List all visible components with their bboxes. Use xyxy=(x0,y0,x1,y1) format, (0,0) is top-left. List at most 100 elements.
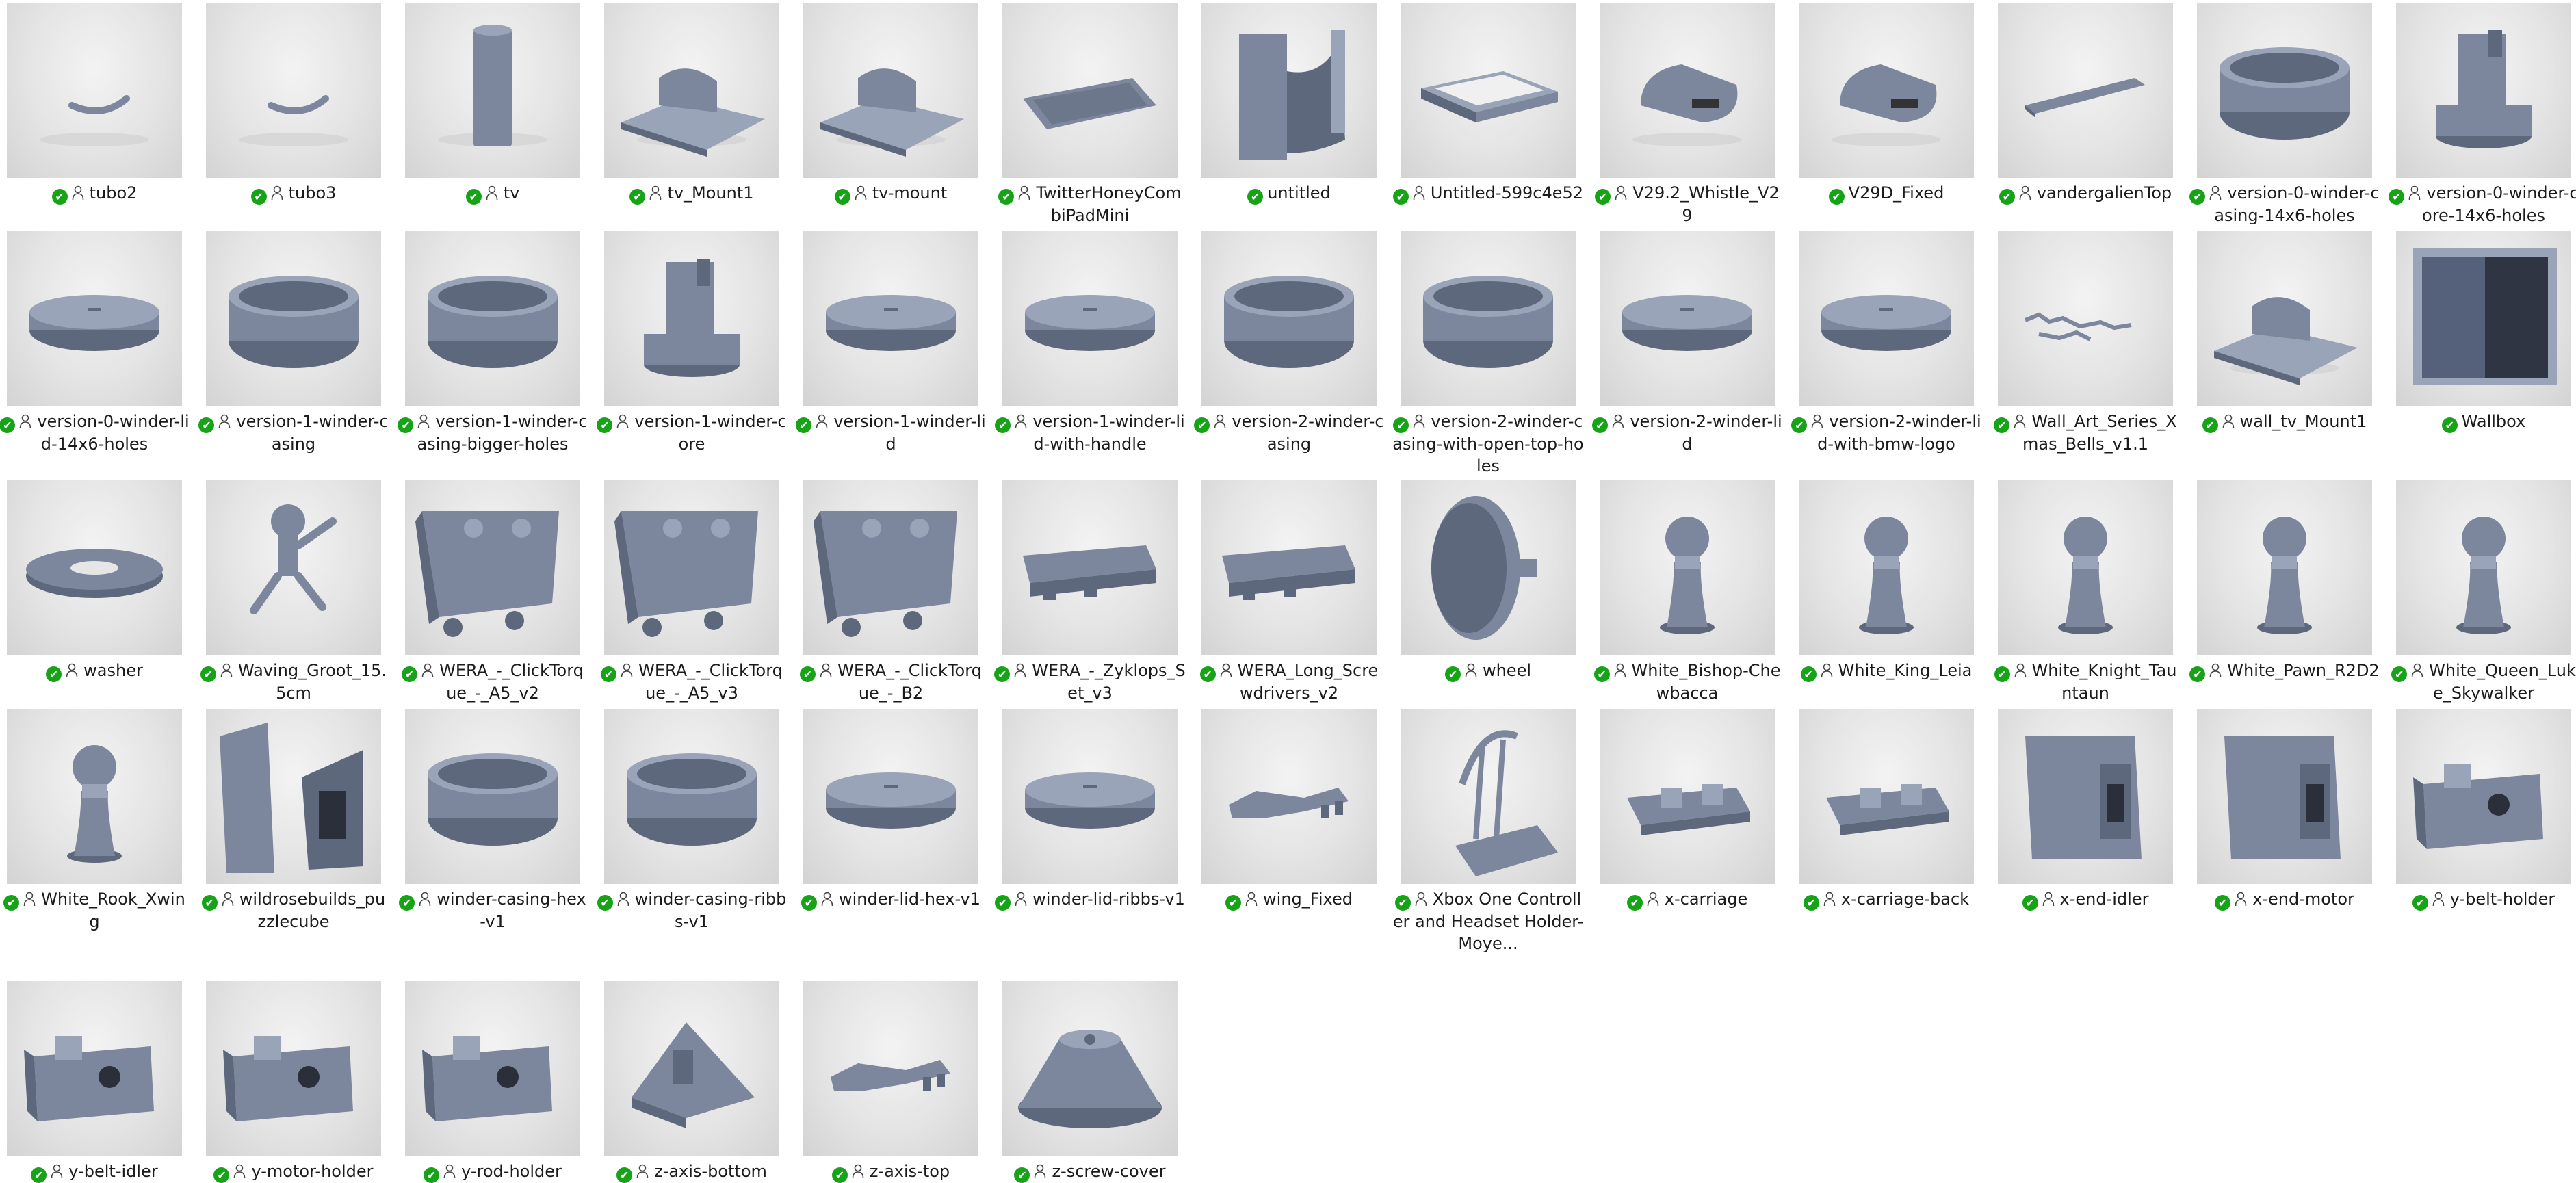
model-thumbnail[interactable] xyxy=(604,231,779,406)
file-tile[interactable]: ✔ untitled xyxy=(1201,3,1377,229)
model-thumbnail[interactable] xyxy=(1201,3,1377,178)
model-thumbnail[interactable] xyxy=(405,981,580,1156)
file-label[interactable]: ✔ wheel xyxy=(1392,660,1584,682)
file-label[interactable]: ✔ version-1-winder-lid xyxy=(795,411,987,455)
file-label[interactable]: ✔ tv_Mount1 xyxy=(596,182,788,205)
file-tile[interactable]: ✔ winder-lid-ribbs-v1 xyxy=(995,709,1185,935)
model-thumbnail[interactable] xyxy=(405,231,580,406)
file-label[interactable]: ✔ version-1-winder-casing-bigger-holes xyxy=(397,411,588,455)
model-thumbnail[interactable] xyxy=(1002,709,1178,884)
file-label[interactable]: ✔ WERA_Long_Screwdrivers_v2 xyxy=(1193,660,1385,704)
file-label[interactable]: ✔ z-axis-top xyxy=(795,1160,987,1183)
file-tile[interactable]: ✔ Wall_Art_Series_Xmas_Bells_v1.1 xyxy=(1994,231,2177,457)
file-label[interactable]: ✔ Xbox One Controller and Headset Holder-… xyxy=(1392,888,1584,954)
file-label[interactable]: ✔ version-1-winder-lid-with-handle xyxy=(994,411,1186,455)
file-tile[interactable]: ✔ version-1-winder-core xyxy=(597,231,787,457)
model-thumbnail[interactable] xyxy=(405,480,580,655)
file-tile[interactable]: ✔ White_Pawn_R2D2 xyxy=(2189,480,2380,706)
model-thumbnail[interactable] xyxy=(1799,709,1974,884)
file-tile[interactable]: ✔ White_Bishop-Chewbacca xyxy=(1593,480,1780,706)
file-label[interactable]: ✔ version-2-winder-lid xyxy=(1591,411,1783,455)
model-thumbnail[interactable] xyxy=(206,231,381,406)
file-label[interactable]: ✔ version-1-winder-core xyxy=(596,411,788,455)
model-thumbnail[interactable] xyxy=(2396,3,2571,178)
file-tile[interactable]: ✔ tv xyxy=(405,3,580,229)
model-thumbnail[interactable] xyxy=(1201,231,1377,406)
model-thumbnail[interactable] xyxy=(206,709,381,884)
model-thumbnail[interactable] xyxy=(803,709,978,884)
model-thumbnail[interactable] xyxy=(2396,231,2571,406)
file-label[interactable]: ✔ vandergalienTop xyxy=(1990,182,2181,205)
file-tile[interactable]: ✔ Wallbox xyxy=(2396,231,2571,457)
file-tile[interactable]: ✔ White_Queen_Luke_Skywalker xyxy=(2391,480,2576,706)
model-thumbnail[interactable] xyxy=(7,231,182,406)
file-label[interactable]: ✔ V29.2_Whistle_V29 xyxy=(1591,182,1783,226)
file-tile[interactable]: ✔ y-motor-holder xyxy=(206,981,381,1183)
file-tile[interactable]: ✔ x-end-motor xyxy=(2197,709,2372,935)
model-thumbnail[interactable] xyxy=(405,709,580,884)
model-thumbnail[interactable] xyxy=(604,981,779,1156)
file-label[interactable]: ✔ winder-casing-hex-v1 xyxy=(397,888,588,933)
model-thumbnail[interactable] xyxy=(2197,3,2372,178)
model-thumbnail[interactable] xyxy=(1998,480,2173,655)
model-thumbnail[interactable] xyxy=(1600,709,1775,884)
file-tile[interactable]: ✔ y-belt-holder xyxy=(2396,709,2571,935)
model-thumbnail[interactable] xyxy=(1600,3,1775,178)
file-label[interactable]: ✔ tv xyxy=(397,182,588,205)
file-label[interactable]: ✔ version-0-winder-core-14x6-holes xyxy=(2388,182,2576,226)
model-thumbnail[interactable] xyxy=(803,3,978,178)
file-tile[interactable]: ✔ washer xyxy=(7,480,182,706)
model-thumbnail[interactable] xyxy=(206,3,381,178)
file-tile[interactable]: ✔ tubo2 xyxy=(7,3,182,229)
file-label[interactable]: ✔ version-0-winder-casing-14x6-holes xyxy=(2189,182,2380,226)
file-tile[interactable]: ✔ y-belt-idler xyxy=(7,981,182,1183)
file-label[interactable]: ✔ winder-lid-ribbs-v1 xyxy=(994,888,1186,911)
file-tile[interactable]: ✔ White_Rook_Xwing xyxy=(3,709,185,935)
model-thumbnail[interactable] xyxy=(604,3,779,178)
model-thumbnail[interactable] xyxy=(206,480,381,655)
file-label[interactable]: ✔ version-2-winder-casing xyxy=(1193,411,1385,455)
file-tile[interactable]: ✔ version-0-winder-lid-14x6-holes xyxy=(0,231,190,457)
file-label[interactable]: ✔ version-2-winder-lid-with-bmw-logo xyxy=(1791,411,1982,455)
file-label[interactable]: ✔ WERA_-_ClickTorque_-_B2 xyxy=(795,660,987,704)
file-tile[interactable]: ✔ z-axis-bottom xyxy=(604,981,779,1183)
file-tile[interactable]: ✔ wildrosebuilds_puzzlecube xyxy=(201,709,385,935)
file-tile[interactable]: ✔ version-2-winder-casing-with-open-top-h… xyxy=(1392,231,1584,476)
file-label[interactable]: ✔ White_Pawn_R2D2 xyxy=(2189,660,2380,682)
file-label[interactable]: ✔ x-carriage-back xyxy=(1791,888,1982,911)
file-tile[interactable]: ✔ version-2-winder-lid-with-bmw-logo xyxy=(1791,231,1981,457)
file-tile[interactable]: ✔ version-0-winder-core-14x6-holes xyxy=(2389,3,2576,229)
file-label[interactable]: ✔ TwitterHoneyCombiPadMini xyxy=(994,182,1186,226)
file-label[interactable]: ✔ x-end-motor xyxy=(2189,888,2380,911)
file-tile[interactable]: ✔ WERA_-_ClickTorque_-_B2 xyxy=(800,480,982,706)
file-label[interactable]: ✔ White_Rook_Xwing xyxy=(0,888,190,933)
file-tile[interactable]: ✔ winder-casing-ribbs-v1 xyxy=(597,709,786,935)
file-tile[interactable]: ✔ Waving_Groot_15.5cm xyxy=(200,480,387,706)
model-thumbnail[interactable] xyxy=(1401,709,1576,884)
file-tile[interactable]: ✔ winder-casing-hex-v1 xyxy=(399,709,586,935)
file-tile[interactable]: ✔ TwitterHoneyCombiPadMini xyxy=(998,3,1182,229)
file-label[interactable]: ✔ wildrosebuilds_puzzlecube xyxy=(198,888,389,933)
file-label[interactable]: ✔ wing_Fixed xyxy=(1193,888,1385,911)
file-tile[interactable]: ✔ wheel xyxy=(1401,480,1576,706)
file-tile[interactable]: ✔ tv_Mount1 xyxy=(604,3,779,229)
file-label[interactable]: ✔ Wallbox xyxy=(2388,411,2576,433)
file-tile[interactable]: ✔ V29.2_Whistle_V29 xyxy=(1595,3,1780,229)
model-thumbnail[interactable] xyxy=(803,981,978,1156)
file-tile[interactable]: ✔ version-0-winder-casing-14x6-holes xyxy=(2189,3,2380,229)
model-thumbnail[interactable] xyxy=(2396,480,2571,655)
file-tile[interactable]: ✔ White_King_Leia xyxy=(1799,480,1974,706)
model-thumbnail[interactable] xyxy=(1401,3,1576,178)
file-label[interactable]: ✔ x-end-idler xyxy=(1990,888,2181,911)
model-thumbnail[interactable] xyxy=(604,709,779,884)
file-tile[interactable]: ✔ version-1-winder-casing-bigger-holes xyxy=(398,231,588,457)
file-label[interactable]: ✔ WERA_-_ClickTorque_-_A5_v3 xyxy=(596,660,788,704)
file-label[interactable]: ✔ Wall_Art_Series_Xmas_Bells_v1.1 xyxy=(1990,411,2181,455)
file-label[interactable]: ✔ untitled xyxy=(1193,182,1385,205)
model-thumbnail[interactable] xyxy=(1998,3,2173,178)
model-thumbnail[interactable] xyxy=(1799,480,1974,655)
file-tile[interactable]: ✔ vandergalienTop xyxy=(1998,3,2173,229)
file-tile[interactable]: ✔ version-2-winder-lid xyxy=(1592,231,1782,457)
file-label[interactable]: ✔ White_Bishop-Chewbacca xyxy=(1591,660,1783,704)
file-tile[interactable]: ✔ x-carriage-back xyxy=(1799,709,1974,935)
